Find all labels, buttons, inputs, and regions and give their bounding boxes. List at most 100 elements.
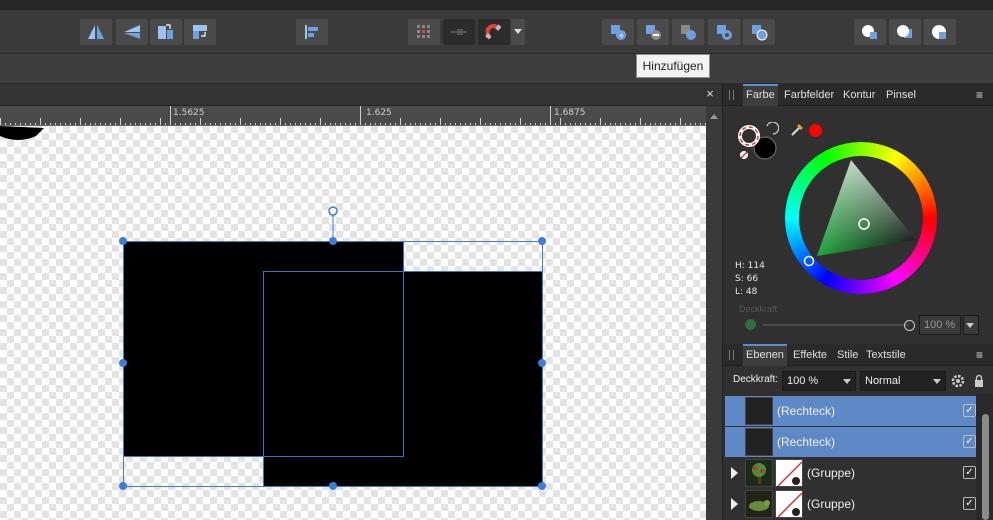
resize-handle[interactable] [538, 359, 546, 367]
tab-farbfelder[interactable]: Farbfelder [781, 84, 837, 106]
insert-behind-icon [932, 25, 946, 39]
rectangle-shape[interactable] [263, 271, 542, 486]
resize-handle[interactable] [119, 482, 127, 490]
tab-effekte[interactable]: Effekte [790, 344, 830, 366]
layers-panel-tabs: Ebenen Effekte Stile Textstile ≡ [723, 344, 993, 366]
saturation-value: S: 66 [735, 274, 759, 284]
document-tab-bar [0, 84, 722, 106]
eyedropper-icon[interactable] [789, 122, 805, 138]
tab-ebenen[interactable]: Ebenen [743, 344, 787, 366]
flip-horizontal-button[interactable] [80, 19, 112, 45]
tooltip: Hinzufügen [636, 54, 710, 78]
mask-icon [777, 461, 802, 486]
layer-row[interactable]: (Gruppe) ✓ [725, 458, 978, 488]
expand-arrow-icon[interactable] [731, 467, 738, 479]
layer-row[interactable]: (Rechteck) ✓ [725, 396, 978, 426]
boolean-xor-icon [717, 25, 732, 40]
expand-arrow-icon[interactable] [731, 498, 738, 510]
move-back-button[interactable] [889, 19, 921, 45]
opacity-slider[interactable] [763, 324, 909, 326]
panel-grip-icon[interactable] [729, 90, 734, 100]
ruler-ticks [0, 106, 706, 125]
canvas-scrollbar[interactable] [706, 106, 722, 520]
tab-textstile[interactable]: Textstile [863, 344, 909, 366]
move-forward-button[interactable] [854, 19, 886, 45]
tab-kontur[interactable]: Kontur [840, 84, 878, 106]
snap-line-icon [451, 29, 467, 35]
snapping-toggle-button[interactable] [443, 19, 475, 45]
resize-handle[interactable] [119, 359, 127, 367]
layer-visibility-checkbox[interactable]: ✓ [963, 435, 976, 448]
layer-opacity-field[interactable]: 100 % [782, 371, 856, 391]
picker-color-swatch[interactable] [809, 124, 822, 137]
offscreen-shape [0, 126, 44, 140]
chevron-down-icon [514, 29, 522, 34]
resize-handle[interactable] [538, 482, 546, 490]
boolean-add-button[interactable]: + [602, 19, 634, 45]
rotate-clockwise-button[interactable] [184, 19, 216, 45]
magnet-icon [485, 24, 502, 40]
title-strip [0, 0, 993, 10]
hue-handle[interactable] [803, 255, 815, 267]
layers-scrollbar-thumb[interactable] [982, 414, 989, 520]
blend-mode-select[interactable]: Normal [860, 371, 946, 391]
layer-thumbnail [745, 428, 773, 456]
saturation-triangle[interactable] [785, 142, 937, 294]
grid-icon [417, 25, 430, 38]
tab-farbe[interactable]: Farbe [743, 84, 778, 106]
resize-handle[interactable] [329, 482, 337, 490]
rotate-counterclockwise-button[interactable] [150, 19, 182, 45]
panel-grip-icon[interactable] [729, 350, 734, 360]
layer-row[interactable]: (Gruppe) ✓ [725, 489, 978, 519]
scroll-up-icon [710, 114, 718, 119]
snapping-options-button[interactable] [511, 19, 525, 45]
opacity-dropdown[interactable] [963, 315, 979, 335]
align-left-icon [305, 25, 318, 39]
lock-icon[interactable] [973, 374, 985, 388]
layer-row[interactable]: (Rechteck) ✓ [725, 427, 978, 457]
horizontal-ruler: 1.5625 1.625 1.6875 [0, 106, 706, 126]
rotate-ccw-icon [158, 24, 173, 39]
panel-menu-icon[interactable]: ≡ [976, 348, 988, 362]
hue-value: H: 114 [735, 261, 765, 271]
shape-back-icon [897, 25, 912, 38]
ruler-label: 1.5625 [173, 108, 205, 118]
layer-visibility-checkbox[interactable]: ✓ [963, 497, 976, 510]
flip-horizontal-icon [88, 25, 104, 39]
swap-colors-icon[interactable] [766, 122, 779, 135]
mask-icon [777, 492, 802, 517]
layer-name: (Gruppe) [807, 466, 856, 480]
tab-pinsel[interactable]: Pinsel [883, 84, 919, 106]
layer-visibility-checkbox[interactable]: ✓ [963, 466, 976, 479]
layer-thumbnail [745, 397, 773, 425]
panel-menu-icon[interactable]: ≡ [976, 88, 988, 102]
resize-handle[interactable] [538, 237, 546, 245]
document-close-button[interactable]: × [702, 86, 718, 102]
snapping-magnet-button[interactable] [478, 19, 510, 45]
boolean-intersect-button[interactable] [672, 19, 704, 45]
layer-thumbnail [745, 459, 773, 487]
rotation-handle[interactable] [328, 206, 338, 216]
grid-snapping-button[interactable] [408, 19, 440, 45]
flip-vertical-button[interactable] [116, 19, 148, 45]
tab-stile[interactable]: Stile [834, 344, 861, 366]
fill-stroke-swatch[interactable] [735, 122, 779, 162]
opacity-field[interactable]: 100 % [919, 315, 961, 335]
resize-handle[interactable] [119, 237, 127, 245]
gear-icon[interactable] [951, 374, 965, 388]
boolean-subtract-button[interactable] [637, 19, 669, 45]
resize-handle[interactable] [329, 237, 337, 245]
layer-mask-thumbnail [775, 490, 803, 518]
insert-behind-button[interactable] [924, 19, 956, 45]
boolean-divide-button[interactable] [743, 19, 775, 45]
layer-visibility-checkbox[interactable]: ✓ [963, 404, 976, 417]
context-toolbar [0, 54, 993, 84]
boolean-divide-icon [752, 25, 768, 41]
canvas[interactable] [0, 126, 706, 520]
opacity-slider-handle[interactable] [904, 320, 915, 331]
main-toolbar: + [0, 10, 993, 54]
boolean-xor-button[interactable] [708, 19, 740, 45]
align-left-button[interactable] [296, 19, 328, 45]
ruler-label: 1.6875 [554, 108, 586, 118]
artwork [0, 126, 546, 490]
